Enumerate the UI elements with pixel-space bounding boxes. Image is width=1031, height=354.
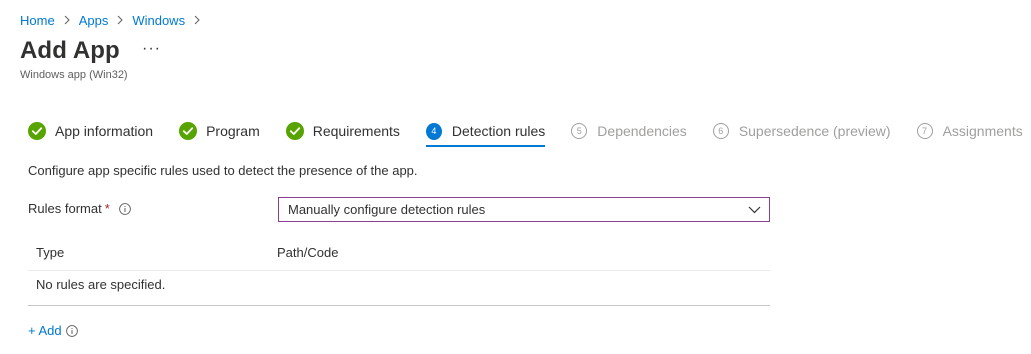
step-detection-rules[interactable]: 4 Detection rules (425, 122, 546, 147)
column-header-path-code: Path/Code (277, 245, 339, 260)
step-program[interactable]: Program (179, 122, 260, 140)
step-number-badge: 5 (571, 123, 588, 139)
breadcrumb-apps[interactable]: Apps (79, 13, 109, 28)
info-icon[interactable] (118, 202, 131, 215)
rules-format-dropdown[interactable]: Manually configure detection rules (278, 197, 770, 222)
step-app-information[interactable]: App information (28, 122, 153, 140)
chevron-down-icon (748, 206, 761, 213)
add-rule-label: + Add (28, 323, 62, 338)
table-bottom-divider (28, 305, 770, 306)
page-title: Add App (20, 37, 120, 64)
table-header-divider (28, 270, 770, 271)
step-label: App information (55, 123, 154, 139)
step-label: Requirements (312, 123, 400, 139)
rules-format-label: Rules format * (28, 201, 131, 216)
breadcrumb: Home Apps Windows (20, 11, 209, 29)
required-marker: * (104, 201, 110, 216)
step-number-badge: 4 (425, 122, 442, 140)
column-header-type: Type (36, 245, 65, 260)
step-label: Assignments (942, 123, 1023, 139)
wizard-steps: App information Program Requirements 4 D… (28, 120, 1023, 147)
check-circle-icon (285, 122, 304, 140)
step-label: Program (206, 123, 260, 139)
rules-format-selected: Manually configure detection rules (288, 202, 486, 217)
step-supersedence[interactable]: 6 Supersedence (preview) (712, 123, 891, 139)
step-label: Dependencies (597, 123, 687, 139)
empty-table-message: No rules are specified. (36, 277, 166, 292)
section-description: Configure app specific rules used to det… (28, 163, 418, 178)
chevron-right-icon (194, 15, 200, 25)
check-circle-icon (28, 122, 46, 140)
step-dependencies[interactable]: 5 Dependencies (571, 123, 687, 139)
step-number-badge: 7 (916, 123, 933, 139)
step-requirements[interactable]: Requirements (285, 122, 400, 140)
rules-format-text: Rules format (28, 201, 102, 216)
breadcrumb-home[interactable]: Home (20, 13, 55, 28)
more-options-button[interactable]: ··· (142, 40, 161, 58)
check-circle-icon (179, 122, 198, 140)
chevron-right-icon (64, 15, 70, 25)
chevron-right-icon (117, 15, 124, 25)
step-label: Supersedence (preview) (738, 123, 891, 139)
page-subtitle: Windows app (Win32) (20, 69, 128, 81)
step-label: Detection rules (451, 123, 546, 139)
step-number-badge: 6 (712, 123, 729, 139)
step-assignments[interactable]: 7 Assignments (916, 123, 1023, 139)
add-rule-link[interactable]: + Add (28, 323, 78, 338)
info-icon[interactable] (65, 324, 78, 337)
breadcrumb-windows[interactable]: Windows (132, 13, 185, 28)
